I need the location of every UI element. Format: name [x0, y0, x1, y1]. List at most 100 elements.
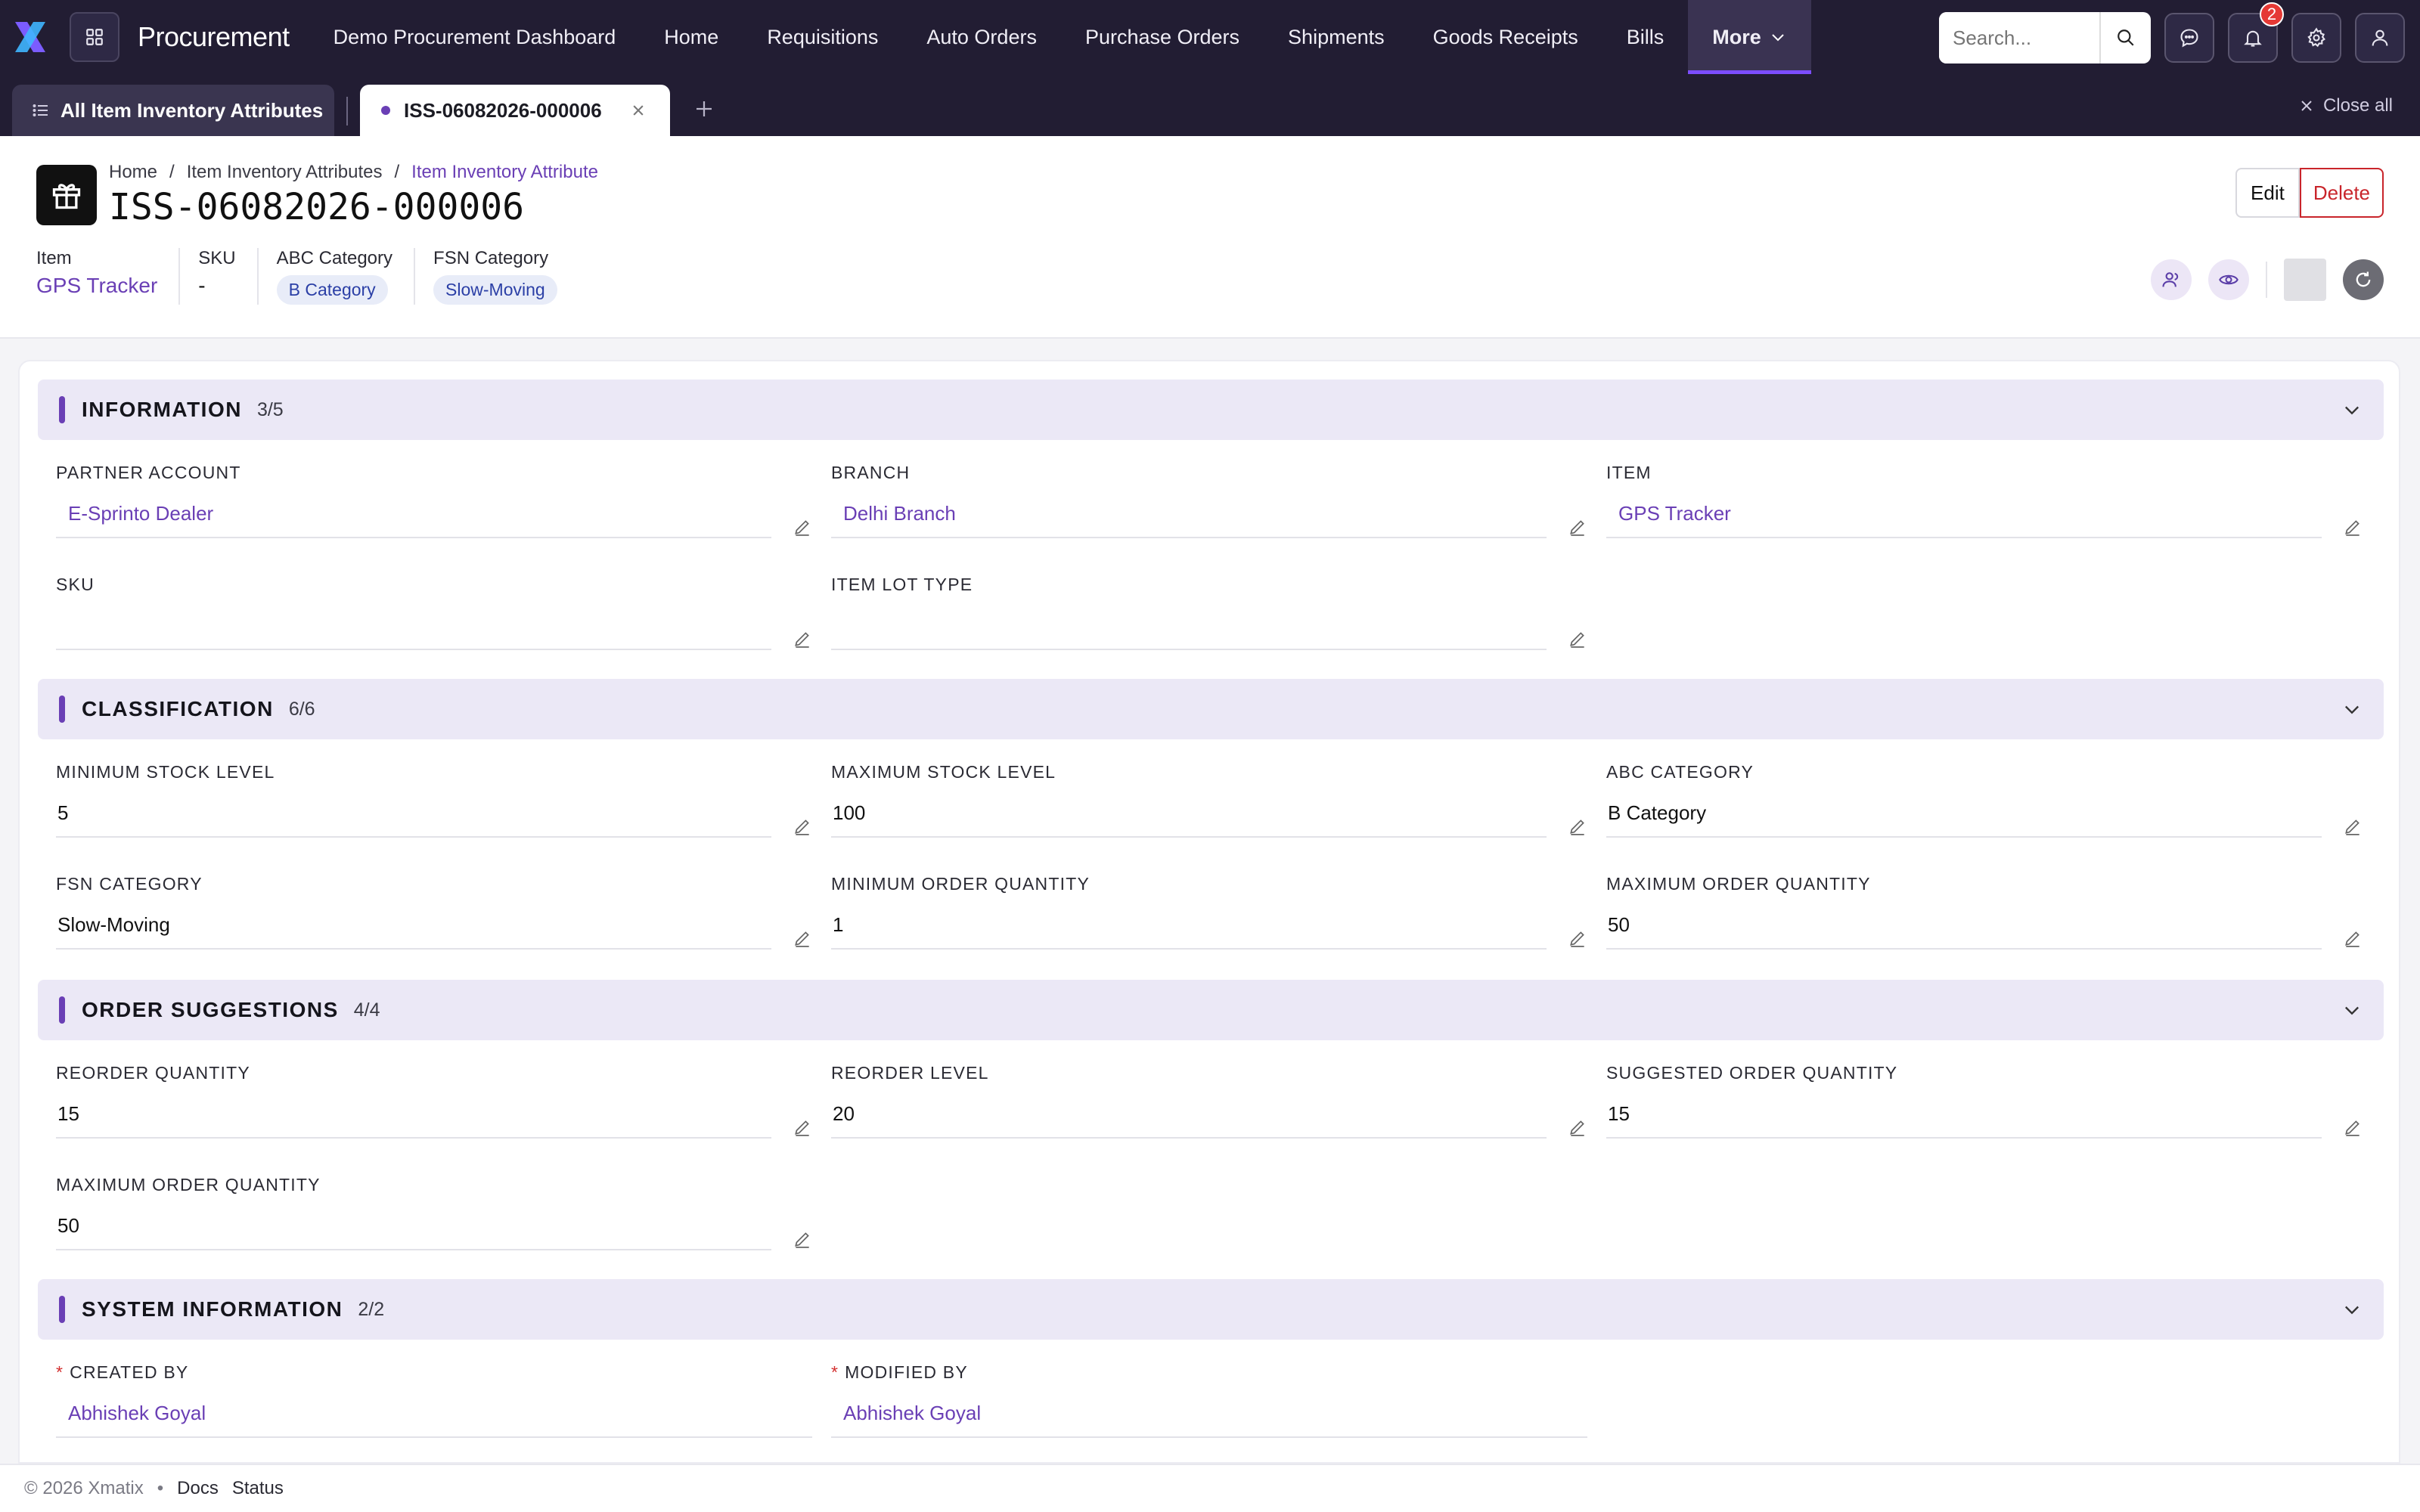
history-button[interactable] — [2343, 259, 2384, 300]
item-value[interactable]: GPS Tracker — [1606, 496, 2322, 538]
minimum-order-quantity-value[interactable]: 1 — [831, 907, 1547, 950]
close-tab-icon[interactable] — [628, 100, 649, 121]
pencil-icon[interactable] — [793, 1117, 812, 1137]
field-label: PARTNER ACCOUNT — [56, 463, 241, 482]
pencil-icon[interactable] — [793, 928, 812, 948]
nav-item-dashboard[interactable]: Demo Procurement Dashboard — [309, 0, 641, 74]
breadcrumb: Home / Item Inventory Attributes / Item … — [109, 162, 598, 183]
chevron-down-icon[interactable] — [2341, 999, 2363, 1021]
field-label: * CREATED BY — [56, 1362, 812, 1383]
reorder-level-field: REORDER LEVEL 20 — [831, 1063, 1587, 1139]
modified-by-value[interactable]: Abhishek Goyal — [831, 1396, 1587, 1438]
nav-item-auto-orders[interactable]: Auto Orders — [902, 0, 1061, 74]
search-button[interactable] — [2099, 12, 2151, 64]
pencil-icon[interactable] — [793, 1229, 812, 1249]
maximum-order-quantity-value[interactable]: 50 — [56, 1208, 771, 1250]
placeholder-square[interactable] — [2284, 259, 2326, 301]
suggested-order-quantity-value[interactable]: 15 — [1606, 1096, 2322, 1139]
settings-button[interactable] — [2291, 13, 2341, 63]
chat-button[interactable] — [2164, 13, 2214, 63]
pencil-icon[interactable] — [1568, 629, 1587, 649]
maximum-stock-level-value[interactable]: 100 — [831, 795, 1547, 838]
bell-icon — [2244, 30, 2262, 47]
maximum-order-quantity-field: MAXIMUM ORDER QUANTITY 50 — [56, 1175, 812, 1250]
reorder-level-value[interactable]: 20 — [831, 1096, 1547, 1139]
followers-button[interactable] — [2151, 259, 2192, 300]
partner-account-value[interactable]: E-Sprinto Dealer — [56, 496, 771, 538]
item-lot-type-field: ITEM LOT TYPE — [831, 575, 1587, 650]
fsn-category-value[interactable]: Slow-Moving — [56, 907, 771, 950]
nav-item-shipments[interactable]: Shipments — [1264, 0, 1409, 74]
pencil-icon[interactable] — [1568, 928, 1587, 948]
tab-all-item-inventory-attributes[interactable]: All Item Inventory Attributes — [12, 85, 334, 136]
record-summary: Item GPS Tracker SKU - ABC Category B Ca… — [36, 248, 597, 305]
delete-button[interactable]: Delete — [2299, 168, 2384, 218]
section-order-suggestions-header[interactable]: ORDER SUGGESTIONS 4/4 — [38, 980, 2384, 1040]
pencil-icon[interactable] — [2343, 1117, 2363, 1137]
chevron-down-icon[interactable] — [2341, 1299, 2363, 1320]
nav-item-requisitions[interactable]: Requisitions — [743, 0, 902, 74]
pencil-icon[interactable] — [2343, 816, 2363, 836]
section-classification-header[interactable]: CLASSIFICATION 6/6 — [38, 679, 2384, 739]
close-all-button[interactable]: Close all — [2297, 95, 2393, 116]
add-tab-button[interactable] — [693, 97, 715, 125]
field-label: MAXIMUM ORDER QUANTITY — [56, 1175, 321, 1194]
fsn-category-badge: Slow-Moving — [433, 275, 557, 305]
reorder-quantity-value[interactable]: 15 — [56, 1096, 771, 1139]
breadcrumb-item-inventory-attributes[interactable]: Item Inventory Attributes — [187, 162, 383, 183]
list-icon — [33, 104, 48, 116]
edit-button[interactable]: Edit — [2235, 168, 2300, 218]
notification-badge: 2 — [2260, 2, 2284, 26]
required-asterisk: * — [831, 1362, 839, 1382]
chevron-down-icon[interactable] — [2341, 699, 2363, 720]
summary-item-link[interactable]: GPS Tracker — [36, 274, 157, 298]
pencil-icon[interactable] — [1568, 1117, 1587, 1137]
created-by-value[interactable]: Abhishek Goyal — [56, 1396, 812, 1438]
abc-category-badge: B Category — [276, 275, 388, 305]
nav-item-purchase-orders[interactable]: Purchase Orders — [1061, 0, 1264, 74]
pencil-icon[interactable] — [2343, 517, 2363, 537]
breadcrumb-home[interactable]: Home — [109, 162, 157, 183]
xmatix-logo-icon[interactable] — [11, 17, 50, 57]
modified-by-field: * MODIFIED BY Abhishek Goyal — [831, 1362, 1587, 1438]
copyright-text: © 2026 Xmatix — [24, 1478, 144, 1498]
pencil-icon[interactable] — [1568, 517, 1587, 537]
minimum-stock-level-value[interactable]: 5 — [56, 795, 771, 838]
pencil-icon[interactable] — [1568, 816, 1587, 836]
sku-value[interactable] — [56, 608, 771, 650]
search-input[interactable] — [1939, 12, 2099, 64]
app-switcher-button[interactable] — [70, 12, 119, 62]
maximum-order-quantity-value[interactable]: 50 — [1606, 907, 2322, 950]
summary-sku-value: - — [198, 274, 206, 297]
section-information-header[interactable]: INFORMATION 3/5 — [38, 380, 2384, 440]
pencil-icon[interactable] — [793, 629, 812, 649]
watch-button[interactable] — [2208, 259, 2249, 300]
chevron-down-icon[interactable] — [2341, 399, 2363, 420]
section-system-information-header[interactable]: SYSTEM INFORMATION 2/2 — [38, 1279, 2384, 1340]
status-link[interactable]: Status — [232, 1478, 284, 1499]
field-label-text: CREATED BY — [70, 1362, 189, 1382]
nav-item-home[interactable]: Home — [640, 0, 743, 74]
docs-link[interactable]: Docs — [177, 1478, 219, 1499]
nav-item-bills[interactable]: Bills — [1602, 0, 1689, 74]
section-title: INFORMATION — [82, 398, 242, 421]
notifications-button[interactable]: 2 — [2228, 2, 2284, 63]
abc-category-value[interactable]: B Category — [1606, 795, 2322, 838]
section-count: 3/5 — [256, 398, 284, 420]
user-profile-button[interactable] — [2355, 13, 2405, 63]
tab-active-record[interactable]: ISS-06082026-000006 — [360, 85, 670, 136]
pencil-icon[interactable] — [793, 517, 812, 537]
field-label: * MODIFIED BY — [831, 1362, 1587, 1383]
nav-item-more[interactable]: More — [1688, 0, 1811, 74]
branch-value[interactable]: Delhi Branch — [831, 496, 1547, 538]
pencil-icon[interactable] — [2343, 928, 2363, 948]
breadcrumb-current: Item Inventory Attribute — [411, 162, 598, 182]
section-count: 2/2 — [358, 1298, 385, 1320]
field-label: ITEM — [1606, 463, 1652, 482]
summary-sku: SKU - — [198, 248, 259, 305]
item-lot-type-value[interactable] — [831, 608, 1547, 650]
pencil-icon[interactable] — [793, 816, 812, 836]
maximum-order-quantity-field: MAXIMUM ORDER QUANTITY 50 — [1606, 874, 2363, 950]
summary-label: FSN Category — [433, 248, 549, 268]
nav-item-goods-receipts[interactable]: Goods Receipts — [1409, 0, 1602, 74]
